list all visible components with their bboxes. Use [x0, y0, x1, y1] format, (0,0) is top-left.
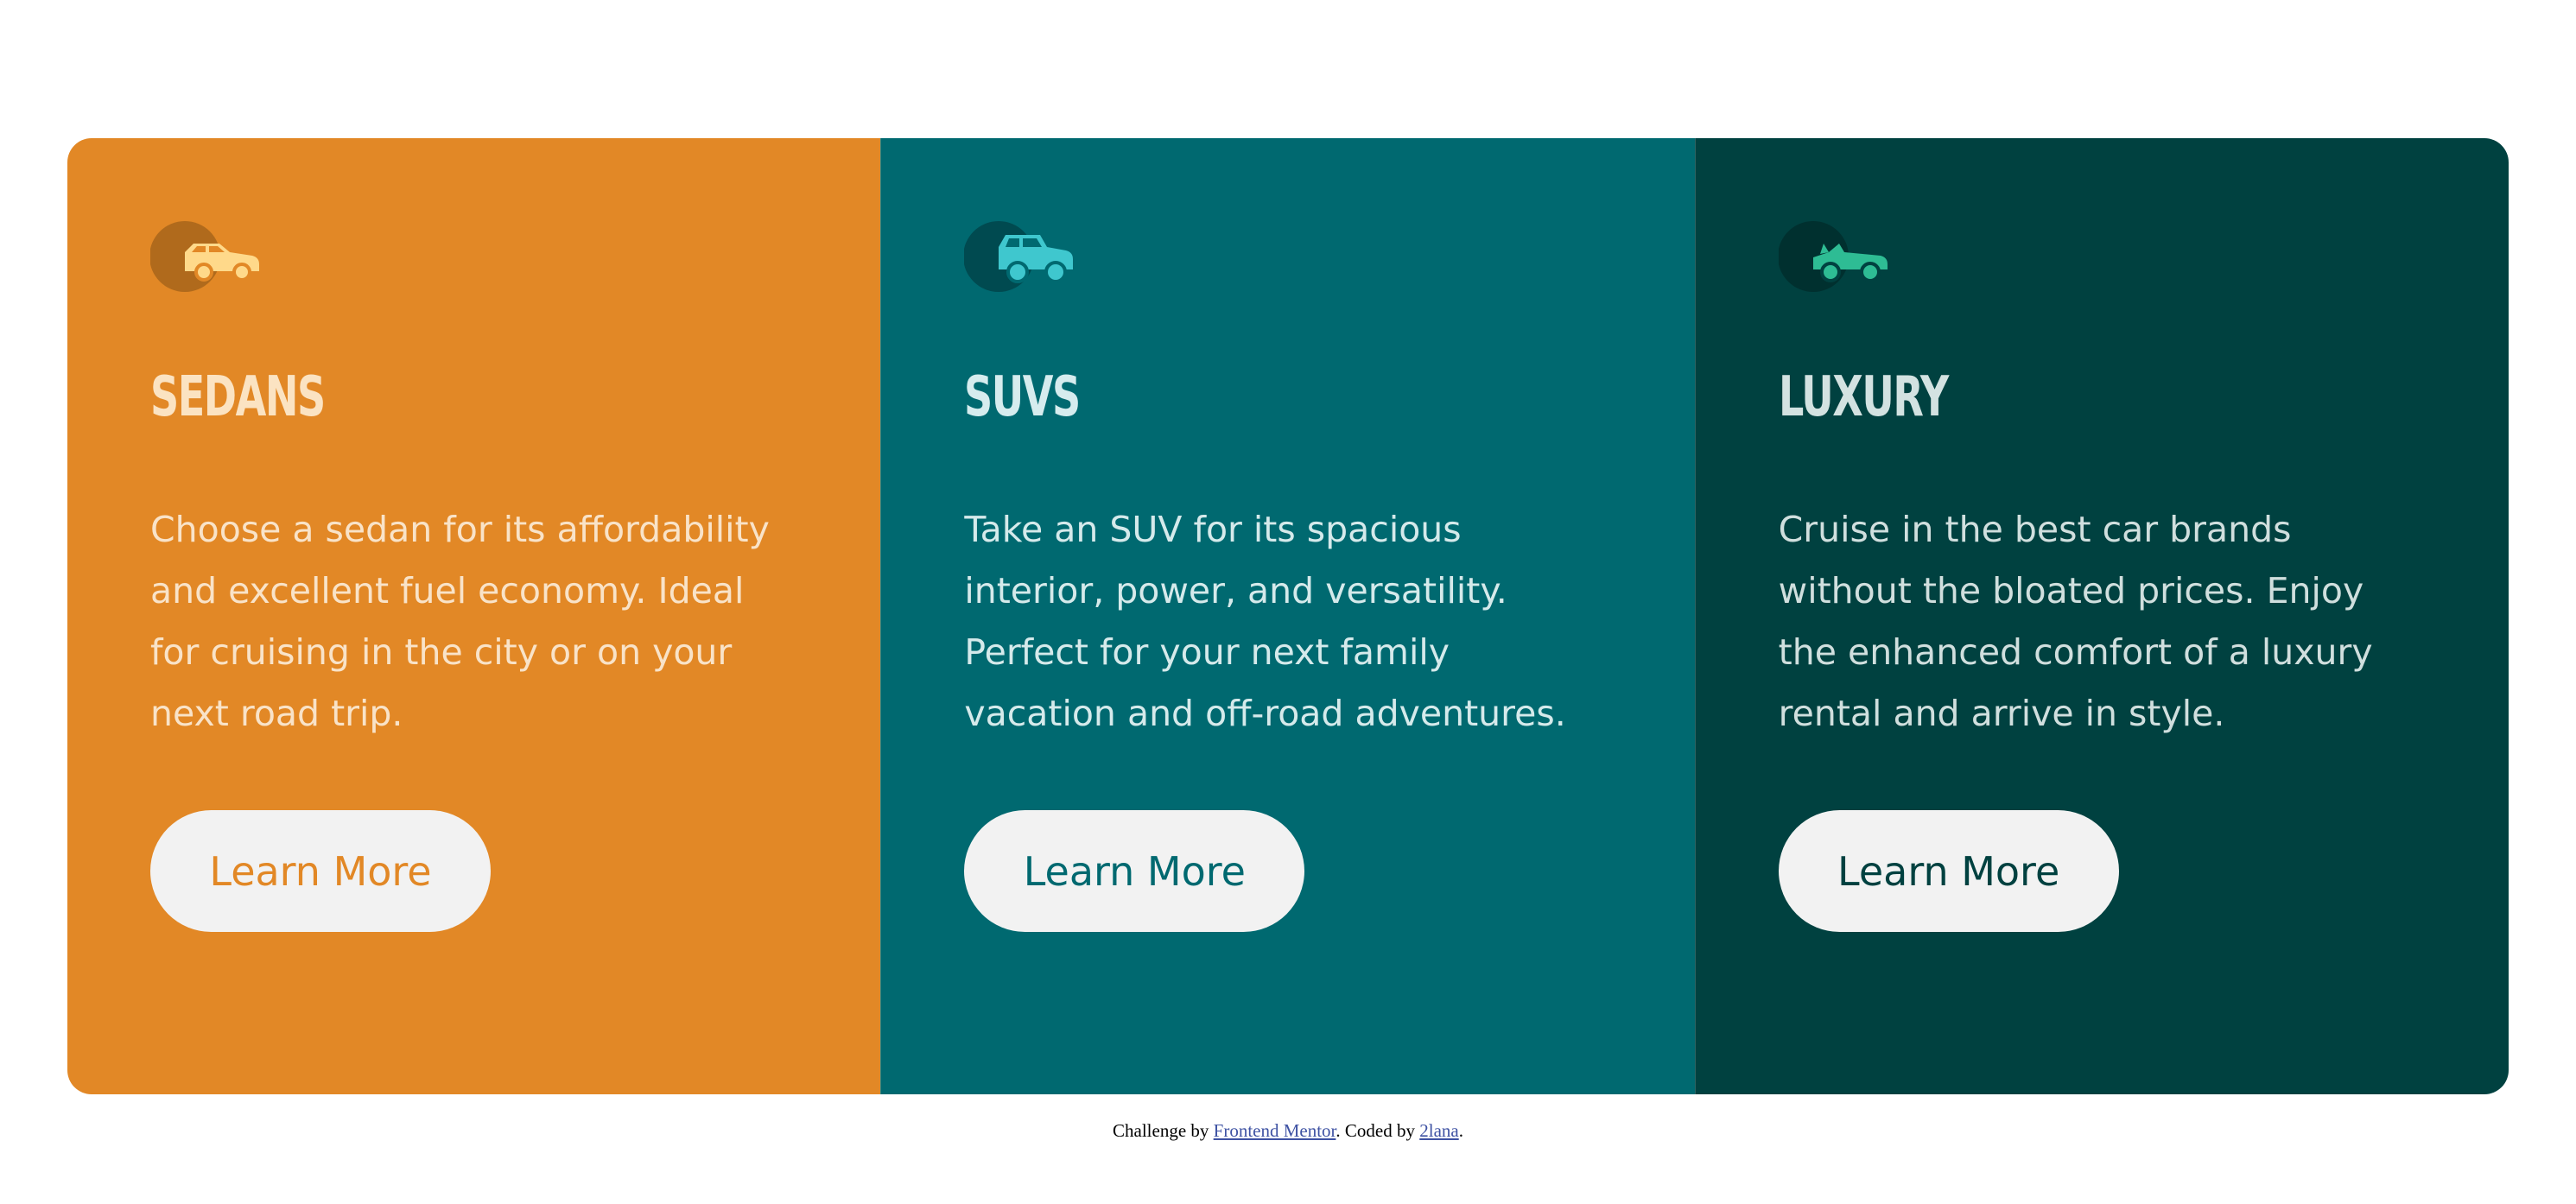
card-description: Choose a sedan for its affordability and…	[150, 509, 770, 734]
attribution: Challenge by Frontend Mentor. Coded by 2…	[0, 1120, 2576, 1142]
cards-container: SEDANS Choose a sedan for its affordabil…	[67, 138, 2509, 1094]
suv-car-icon	[964, 221, 1076, 292]
learn-more-button[interactable]: Learn More	[1778, 810, 2119, 932]
luxury-car-icon	[1778, 221, 1891, 292]
card-description: Take an SUV for its spacious interior, p…	[964, 509, 1566, 734]
attribution-suffix: .	[1458, 1120, 1463, 1141]
learn-more-button[interactable]: Learn More	[150, 810, 491, 932]
card-title: SEDANS	[150, 365, 326, 429]
learn-more-button[interactable]: Learn More	[964, 810, 1305, 932]
card-suvs: SUVS Take an SUV for its spacious interi…	[880, 138, 1695, 1094]
card-description: Cruise in the best car brands without th…	[1778, 509, 2373, 734]
card-sedans: SEDANS Choose a sedan for its affordabil…	[67, 138, 881, 1094]
sedan-car-icon	[150, 221, 263, 292]
author-link[interactable]: 2lana	[1419, 1120, 1458, 1141]
card-title: LUXURY	[1778, 365, 1949, 429]
attribution-prefix: Challenge by	[1113, 1120, 1214, 1141]
card-title: SUVS	[964, 365, 1081, 429]
attribution-middle: . Coded by	[1336, 1120, 1420, 1141]
card-luxury: LUXURY Cruise in the best car brands wit…	[1694, 138, 2509, 1094]
frontend-mentor-link[interactable]: Frontend Mentor	[1214, 1120, 1336, 1141]
